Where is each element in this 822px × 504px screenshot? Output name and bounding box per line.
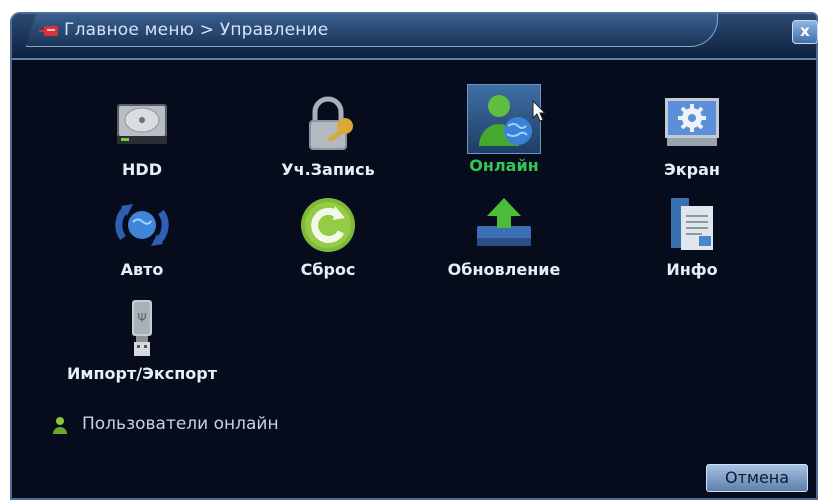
reset-icon xyxy=(295,192,361,258)
usb-drive-icon: Ψ xyxy=(109,296,175,362)
tile-import-export[interactable]: Ψ Импорт/Экспорт xyxy=(42,296,242,383)
tile-hdd[interactable]: HDD xyxy=(62,92,222,179)
lock-key-icon xyxy=(295,92,361,158)
screen-gear-icon xyxy=(659,92,725,158)
online-user-globe-icon xyxy=(467,84,541,154)
control-window: Главное меню > Управление x HDD Уч.Запис… xyxy=(10,12,818,500)
tile-auto[interactable]: Авто xyxy=(62,192,222,279)
tile-label: Сброс xyxy=(300,260,356,279)
cancel-button[interactable]: Отмена xyxy=(706,464,808,492)
tile-online[interactable]: Онлайн xyxy=(424,84,584,175)
tile-label: Онлайн xyxy=(469,156,539,175)
tile-account[interactable]: Уч.Запись xyxy=(248,92,408,179)
tile-label: Авто xyxy=(120,260,164,279)
auto-globe-arrows-icon xyxy=(109,192,175,258)
users-online-label: Пользователи онлайн xyxy=(82,414,279,434)
tile-upgrade[interactable]: Обновление xyxy=(424,192,584,279)
title-bar: Главное меню > Управление x xyxy=(12,14,818,60)
svg-text:Ψ: Ψ xyxy=(137,311,146,325)
hdd-icon xyxy=(109,92,175,158)
tile-label: Импорт/Экспорт xyxy=(67,364,217,383)
tile-screen[interactable]: Экран xyxy=(612,92,772,179)
tile-label: Уч.Запись xyxy=(281,160,375,179)
tile-label: Обновление xyxy=(447,260,561,279)
tile-label: Экран xyxy=(664,160,720,179)
tile-reset[interactable]: Сброс xyxy=(248,192,408,279)
mouse-cursor-icon xyxy=(532,100,546,122)
info-document-icon xyxy=(659,192,725,258)
tile-label: Инфо xyxy=(666,260,718,279)
tile-label: HDD xyxy=(122,160,162,179)
upgrade-arrow-icon xyxy=(471,192,537,258)
tile-info[interactable]: Инфо xyxy=(612,192,772,279)
window-title: Главное меню > Управление xyxy=(64,20,329,40)
close-button[interactable]: x xyxy=(792,20,818,44)
menu-icon xyxy=(39,26,58,36)
user-icon xyxy=(53,417,67,434)
